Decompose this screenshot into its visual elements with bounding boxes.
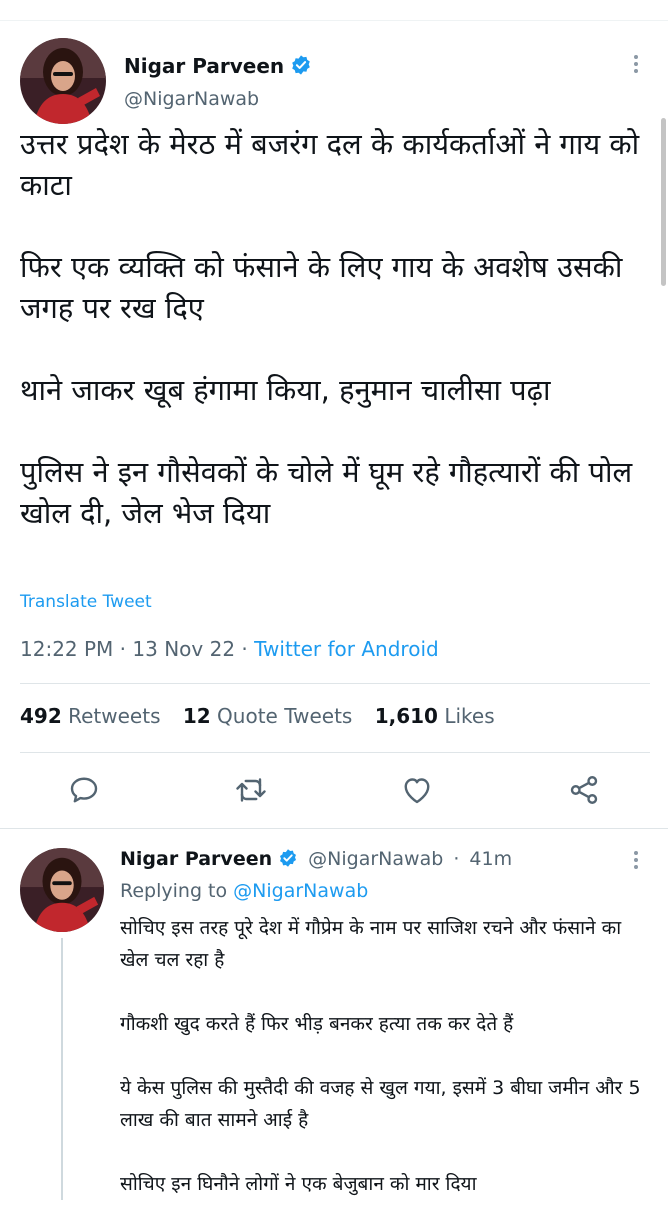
tweet-metadata: 12:22 PM · 13 Nov 22 · Twitter for Andro… <box>20 637 439 661</box>
tweet-source-link[interactable]: Twitter for Android <box>254 637 439 661</box>
replying-to: Replying to @NigarNawab <box>120 880 368 902</box>
author-handle[interactable]: @NigarNawab <box>124 88 259 110</box>
tweet-paragraph: पुलिस ने इन गौसेवकों के चोले में घूम रहे… <box>20 455 633 530</box>
like-icon[interactable] <box>399 772 435 808</box>
divider <box>0 828 668 829</box>
divider <box>20 752 650 753</box>
replying-prefix: Replying to <box>120 880 228 902</box>
thread-line <box>61 938 63 1200</box>
retweet-icon[interactable] <box>233 772 269 808</box>
tweet-paragraph: फिर एक व्यक्ति को फंसाने के लिए गाय के अ… <box>20 250 623 325</box>
reply-text: सोचिए इस तरह पूरे देश में गौप्रेम के नाम… <box>120 912 655 1232</box>
meta-separator: · <box>119 637 133 661</box>
share-icon[interactable] <box>566 772 602 808</box>
more-vertical-icon[interactable] <box>626 848 646 876</box>
verified-badge-icon <box>278 848 298 873</box>
author-name-text: Nigar Parveen <box>124 54 285 78</box>
quotes-count: 12 <box>182 704 211 728</box>
author-name[interactable]: Nigar Parveen <box>124 54 312 81</box>
retweets-stat[interactable]: 492 Retweets <box>20 704 160 728</box>
more-vertical-icon[interactable] <box>626 52 646 80</box>
avatar-image <box>20 38 106 124</box>
avatar-image <box>20 848 104 932</box>
tweet-actions <box>0 772 668 812</box>
likes-label: Likes <box>444 704 495 728</box>
scrollbar[interactable] <box>661 118 666 286</box>
retweets-count: 492 <box>20 704 62 728</box>
reply-paragraph: सोचिए इस तरह पूरे देश में गौप्रेम के नाम… <box>120 917 622 971</box>
avatar[interactable] <box>20 38 106 124</box>
reply-header: Nigar Parveen @NigarNawab · 41m <box>120 848 512 873</box>
divider <box>20 683 650 684</box>
likes-stat[interactable]: 1,610 Likes <box>375 704 495 728</box>
reply-paragraph: ये केस पुलिस की मुस्तैदी की वजह से खुल ग… <box>120 1077 641 1131</box>
tweet-paragraph: उत्तर प्रदेश के मेरठ में बजरंग दल के कार… <box>20 127 640 202</box>
meta-separator: · <box>241 637 255 661</box>
reply-icon[interactable] <box>66 772 102 808</box>
verified-badge-icon <box>290 54 312 81</box>
quote-tweets-stat[interactable]: 12 Quote Tweets <box>183 704 353 728</box>
quotes-label: Quote Tweets <box>217 704 353 728</box>
meta-separator: · <box>453 848 460 870</box>
retweets-label: Retweets <box>68 704 161 728</box>
reply-age[interactable]: 41m <box>469 848 512 870</box>
engagement-stats: 492 Retweets 12 Quote Tweets 1,610 Likes <box>20 704 495 728</box>
likes-count: 1,610 <box>374 704 438 728</box>
tweet-time[interactable]: 12:22 PM <box>20 637 113 661</box>
reply-author-handle[interactable]: @NigarNawab <box>308 848 443 870</box>
translate-tweet-link[interactable]: Translate Tweet <box>20 592 152 612</box>
tweet-paragraph: थाने जाकर खूब हंगामा किया, हनुमान चालीसा… <box>20 373 551 407</box>
reply-paragraph: सोचिए इन घिनौने लोगों ने एक बेजुबान को म… <box>120 1173 477 1195</box>
tweet-date[interactable]: 13 Nov 22 <box>132 637 235 661</box>
replying-handle-link[interactable]: @NigarNawab <box>233 880 368 902</box>
tweet-text: उत्तर प्रदेश के मेरठ में बजरंग दल के कार… <box>20 124 650 575</box>
reply-author-name[interactable]: Nigar Parveen <box>120 848 272 870</box>
reply-paragraph: गौकशी खुद करते हैं फिर भीड़ बनकर हत्या त… <box>120 1013 514 1035</box>
reply-avatar[interactable] <box>20 848 104 932</box>
top-edge <box>0 0 668 21</box>
